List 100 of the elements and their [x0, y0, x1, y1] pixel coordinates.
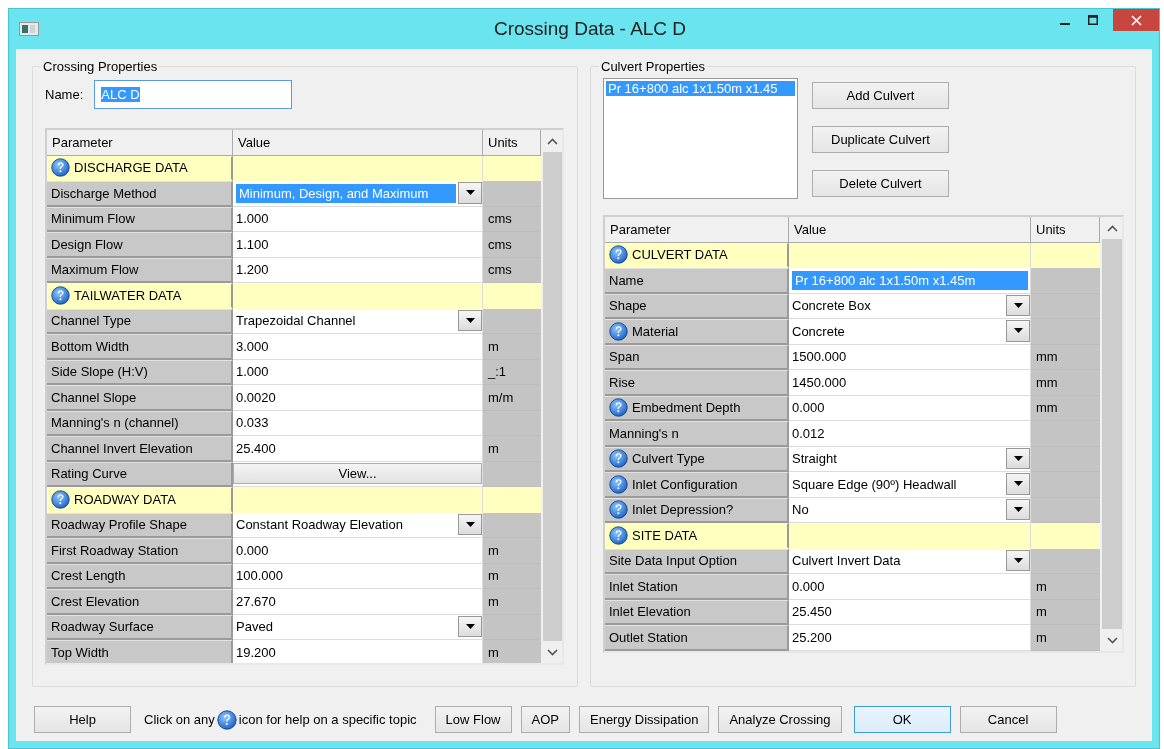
dropdown-button[interactable] — [458, 615, 482, 637]
culvert-button[interactable]: Delete Culvert — [812, 170, 949, 197]
dialog-button[interactable]: Energy Dissipation — [579, 706, 710, 733]
value-cell[interactable]: 25.450 — [789, 599, 1031, 625]
value-cell[interactable]: 25.200 — [789, 625, 1031, 651]
parameter-label: Top Width — [51, 644, 109, 660]
section-title: DISCHARGE DATA — [74, 160, 188, 176]
culvert-button[interactable]: Add Culvert — [812, 82, 949, 109]
dialog-button[interactable]: OK — [853, 706, 951, 733]
parameter-label: Inlet Elevation — [609, 604, 691, 620]
units-cell — [483, 614, 541, 640]
units-cell — [1031, 472, 1100, 498]
parameter-label: Crest Length — [51, 568, 126, 584]
units-cell — [1031, 548, 1100, 574]
value-cell[interactable]: 0.000 — [233, 538, 483, 564]
column-header[interactable]: Value — [789, 217, 1031, 243]
hint-text: Click on any — [144, 712, 215, 727]
dropdown-button[interactable] — [458, 182, 482, 204]
value-cell[interactable]: 19.200 — [233, 640, 483, 663]
dropdown-button[interactable] — [1006, 549, 1030, 571]
column-header[interactable]: Parameter — [605, 217, 789, 243]
help-icon[interactable] — [609, 321, 628, 341]
help-icon[interactable] — [51, 285, 70, 305]
close-button[interactable] — [1113, 9, 1159, 31]
column-header[interactable]: Value — [233, 130, 483, 156]
value-cell[interactable]: 0.033 — [233, 410, 483, 436]
help-icon[interactable] — [609, 525, 628, 545]
help-icon[interactable] — [609, 500, 628, 520]
dropdown-button[interactable] — [1006, 294, 1030, 316]
caret-icon — [465, 190, 475, 196]
caret-icon — [1013, 302, 1023, 308]
value-cell[interactable]: Square Edge (90º) Headwall — [789, 472, 1031, 498]
dropdown-button[interactable] — [1006, 320, 1030, 342]
window-title: Crossing Data - ALC D — [493, 18, 687, 40]
value-cell[interactable]: Constant Roadway Elevation — [233, 512, 483, 538]
value-cell[interactable]: 1.100 — [233, 232, 483, 258]
value-cell[interactable]: 1450.000 — [789, 370, 1031, 396]
parameter-label: Discharge Method — [51, 185, 157, 201]
value-cell[interactable]: Trapezoidal Channel — [233, 308, 483, 334]
value-cell[interactable]: Concrete Box — [789, 293, 1031, 319]
group-title: Culvert Properties — [600, 59, 707, 74]
value-cell[interactable]: 100.000 — [233, 563, 483, 589]
dialog-button[interactable]: AOP — [520, 706, 570, 733]
help-icon[interactable] — [609, 398, 628, 418]
app-icon — [19, 22, 39, 36]
value-cell[interactable]: 1.000 — [233, 359, 483, 385]
units-cell: m — [483, 589, 541, 615]
section-title: CULVERT DATA — [632, 247, 728, 263]
help-icon[interactable] — [609, 474, 628, 494]
value-cell[interactable]: Straight — [789, 446, 1031, 472]
parameter-label: Design Flow — [51, 236, 123, 252]
dropdown-button[interactable] — [1006, 473, 1030, 495]
scrollbar[interactable] — [1100, 217, 1122, 651]
help-icon[interactable] — [609, 245, 628, 265]
dialog-button[interactable]: Cancel — [959, 706, 1057, 733]
column-header[interactable]: Parameter — [47, 130, 233, 156]
parameter-label: Rise — [609, 374, 635, 390]
parameter-label: Roadway Profile Shape — [51, 517, 187, 533]
dialog-button[interactable]: Low Flow — [434, 706, 512, 733]
scrollbar[interactable] — [541, 130, 562, 663]
value-cell[interactable]: 0.000 — [789, 395, 1031, 421]
dropdown-button[interactable] — [1006, 447, 1030, 469]
scroll-up-icon[interactable] — [1106, 224, 1118, 232]
value-cell[interactable]: Culvert Invert Data — [789, 548, 1031, 574]
value-cell[interactable]: 27.670 — [233, 589, 483, 615]
units-cell: m/m — [483, 385, 541, 411]
units-cell: m — [483, 640, 541, 663]
column-header[interactable]: Units — [1031, 217, 1100, 243]
value-cell[interactable]: 0.000 — [789, 574, 1031, 600]
value-cell[interactable]: 0.0020 — [233, 385, 483, 411]
help-icon[interactable] — [51, 158, 70, 178]
caret-icon — [1013, 557, 1023, 563]
hint-text: icon for help on a specific topic — [238, 712, 417, 727]
dropdown-button[interactable] — [458, 309, 482, 331]
value-cell[interactable]: 1500.000 — [789, 344, 1031, 370]
maximize-icon — [1088, 15, 1098, 25]
value-cell[interactable]: 25.400 — [233, 436, 483, 462]
scroll-down-icon[interactable] — [1106, 636, 1118, 644]
value-cell[interactable]: No — [789, 497, 1031, 523]
help-icon[interactable] — [216, 709, 237, 730]
culvert-button[interactable]: Duplicate Culvert — [812, 126, 949, 153]
value-cell[interactable]: Paved — [233, 614, 483, 640]
dropdown-button[interactable] — [1006, 498, 1030, 520]
parameter-label: Embedment Depth — [632, 400, 741, 416]
value-cell[interactable]: 1.000 — [233, 206, 483, 232]
help-icon[interactable] — [51, 489, 70, 509]
parameter-label: First Roadway Station — [51, 542, 179, 558]
parameter-label: Side Slope (H:V) — [51, 364, 148, 380]
minimize-icon — [1060, 22, 1070, 25]
help-icon[interactable] — [609, 449, 628, 469]
scroll-down-icon[interactable] — [547, 648, 558, 656]
dialog-button[interactable]: Analyze Crossing — [718, 706, 842, 733]
value-cell[interactable]: 3.000 — [233, 334, 483, 360]
value-cell[interactable]: 0.012 — [789, 421, 1031, 447]
value-cell[interactable]: Concrete — [789, 319, 1031, 345]
help-button[interactable]: Help — [34, 706, 131, 733]
scroll-up-icon[interactable] — [547, 137, 558, 145]
value-cell[interactable]: 1.200 — [233, 257, 483, 283]
dropdown-button[interactable] — [458, 513, 482, 535]
column-header[interactable]: Units — [483, 130, 541, 156]
